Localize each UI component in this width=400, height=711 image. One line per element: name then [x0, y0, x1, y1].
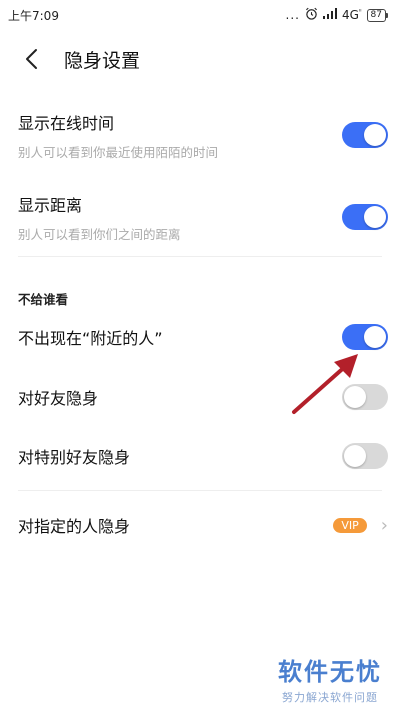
setting-title: 显示距离 — [18, 195, 83, 215]
setting-title: 显示在线时间 — [18, 113, 115, 133]
status-time: 上午7:09 — [8, 8, 59, 23]
online-time-toggle[interactable] — [342, 122, 388, 148]
setting-title: 对特别好友隐身 — [18, 448, 131, 467]
battery-icon: 87 — [366, 8, 389, 22]
back-button[interactable] — [14, 41, 50, 77]
network-type: 4Gᴵᴵ — [342, 8, 362, 22]
setting-subtitle: 别人可以看到你最近使用陌陌的时间 — [18, 144, 219, 160]
alarm-icon — [305, 7, 318, 23]
app-header: 隐身设置 — [0, 36, 400, 82]
signal-icon — [323, 8, 337, 22]
chevron-right-icon: › — [380, 514, 388, 536]
notification-dots: ... — [285, 8, 300, 22]
setting-title: 不出现在“附近的人” — [18, 329, 163, 348]
distance-toggle[interactable] — [342, 204, 388, 230]
setting-title: 对指定的人隐身 — [18, 517, 131, 536]
vip-badge: VIP — [333, 517, 367, 533]
setting-show-distance: 显示距离 别人可以看到你们之间的距离 — [0, 192, 400, 242]
watermark-subtitle: 努力解决软件问题 — [282, 691, 378, 704]
watermark: 软件无忧 努力解决软件问题 — [278, 652, 382, 705]
page-title: 隐身设置 — [64, 49, 141, 72]
setting-hide-nearby: 不出现在“附近的人” — [0, 320, 400, 354]
status-icons: ... 4Gᴵᴵ 87 — [285, 7, 389, 23]
section-header: 不给谁看 — [18, 292, 69, 307]
watermark-title: 软件无忧 — [278, 658, 382, 686]
section-divider — [18, 256, 382, 257]
status-bar: 上午7:09 ... 4Gᴵᴵ 87 — [0, 0, 400, 30]
chevron-left-icon — [26, 49, 37, 69]
setting-hide-from-special-friends: 对特别好友隐身 — [0, 439, 400, 473]
setting-subtitle: 别人可以看到你们之间的距离 — [18, 226, 181, 242]
annotation-arrow-icon — [292, 354, 358, 414]
setting-title: 对好友隐身 — [18, 389, 99, 408]
setting-hide-from-specific[interactable]: 对指定的人隐身 VIP › — [0, 508, 400, 542]
nearby-toggle[interactable] — [342, 324, 388, 350]
special-friends-toggle[interactable] — [342, 443, 388, 469]
section-divider — [18, 490, 382, 491]
setting-show-online-time: 显示在线时间 别人可以看到你最近使用陌陌的时间 — [0, 110, 400, 160]
